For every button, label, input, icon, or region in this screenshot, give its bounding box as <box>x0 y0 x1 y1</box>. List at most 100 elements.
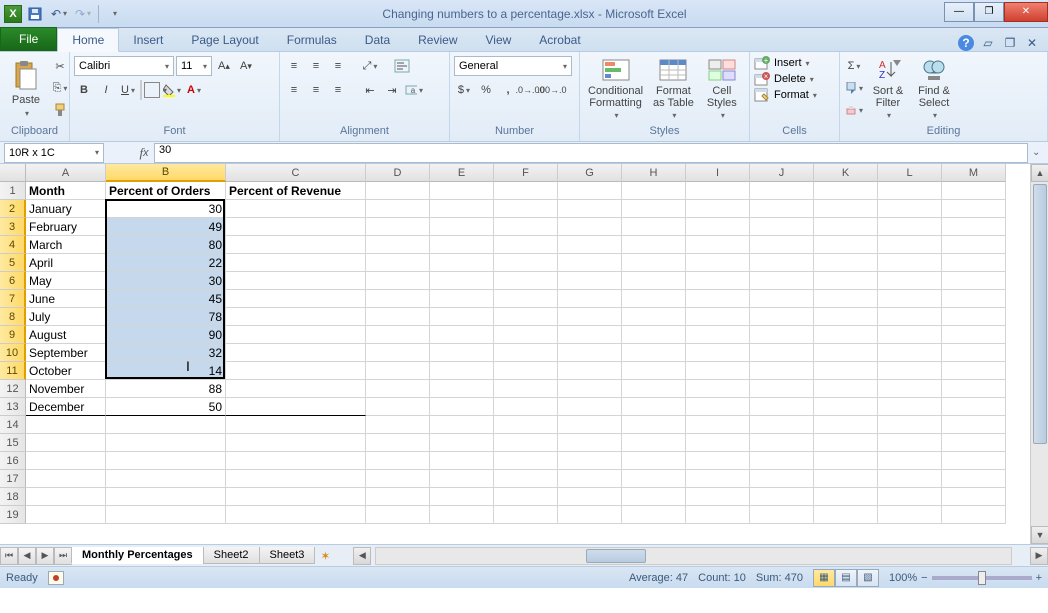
new-sheet-button[interactable]: ✶ <box>317 549 333 563</box>
cell[interactable] <box>558 380 622 398</box>
cell[interactable] <box>366 488 430 506</box>
cell[interactable] <box>686 398 750 416</box>
cell[interactable] <box>430 452 494 470</box>
cell[interactable] <box>106 488 226 506</box>
tab-acrobat[interactable]: Acrobat <box>525 29 594 51</box>
cell[interactable] <box>622 308 686 326</box>
cell[interactable]: Percent of Revenue <box>226 182 366 200</box>
row-header[interactable]: 18 <box>0 488 26 506</box>
cell[interactable] <box>226 506 366 524</box>
cell[interactable]: Percent of Orders <box>106 182 226 200</box>
cell[interactable]: 80 <box>106 236 226 254</box>
cell[interactable] <box>366 218 430 236</box>
cell[interactable] <box>622 416 686 434</box>
cell[interactable] <box>814 218 878 236</box>
cell[interactable] <box>226 470 366 488</box>
cell[interactable] <box>558 398 622 416</box>
cell[interactable] <box>494 218 558 236</box>
cell[interactable] <box>430 182 494 200</box>
delete-cells-button[interactable]: ×Delete▾ <box>754 72 817 86</box>
ribbon-minimize-icon[interactable]: ▱ <box>980 35 996 51</box>
cell[interactable] <box>814 326 878 344</box>
cell[interactable] <box>878 254 942 272</box>
align-bottom-button[interactable]: ≡ <box>328 56 348 76</box>
number-format-combo[interactable]: General▾ <box>454 56 572 76</box>
cell[interactable] <box>26 470 106 488</box>
italic-button[interactable]: I <box>96 80 116 100</box>
copy-button[interactable]: ⎘▾ <box>50 78 70 98</box>
cell[interactable] <box>750 290 814 308</box>
cell[interactable] <box>750 344 814 362</box>
cell[interactable] <box>686 290 750 308</box>
cell[interactable]: April <box>26 254 106 272</box>
cell[interactable] <box>558 452 622 470</box>
cell[interactable] <box>878 218 942 236</box>
zoom-slider[interactable] <box>932 576 1032 580</box>
cell[interactable] <box>878 326 942 344</box>
cell[interactable] <box>622 452 686 470</box>
cell[interactable] <box>558 506 622 524</box>
horizontal-scrollbar[interactable] <box>375 547 1012 565</box>
maximize-button[interactable]: ❐ <box>974 2 1004 22</box>
cell[interactable] <box>814 200 878 218</box>
cell[interactable] <box>558 344 622 362</box>
cell[interactable] <box>686 182 750 200</box>
merge-center-button[interactable]: a▾ <box>404 80 424 100</box>
cell[interactable] <box>814 452 878 470</box>
cell[interactable] <box>430 254 494 272</box>
cell[interactable]: 90 <box>106 326 226 344</box>
cell[interactable] <box>558 416 622 434</box>
cell[interactable] <box>106 470 226 488</box>
cell[interactable] <box>878 308 942 326</box>
hscroll-thumb[interactable] <box>586 549 646 563</box>
tab-home[interactable]: Home <box>57 28 119 52</box>
qat-customize[interactable]: ▾ <box>103 3 125 25</box>
cell[interactable] <box>430 416 494 434</box>
cell[interactable] <box>814 254 878 272</box>
cell[interactable] <box>686 416 750 434</box>
normal-view-button[interactable]: ▦ <box>813 569 835 587</box>
cell[interactable] <box>878 470 942 488</box>
cell[interactable] <box>494 200 558 218</box>
cell[interactable] <box>750 470 814 488</box>
cell[interactable] <box>430 272 494 290</box>
page-break-view-button[interactable]: ▧ <box>857 569 879 587</box>
row-header[interactable]: 11 <box>0 362 26 380</box>
cell[interactable] <box>942 200 1006 218</box>
column-header[interactable]: I <box>686 164 750 182</box>
cell[interactable] <box>942 344 1006 362</box>
cell[interactable] <box>878 416 942 434</box>
decrease-indent-button[interactable]: ⇤ <box>360 80 380 100</box>
cell[interactable]: 32 <box>106 344 226 362</box>
cell[interactable] <box>366 290 430 308</box>
cell[interactable] <box>366 506 430 524</box>
row-header[interactable]: 1 <box>0 182 26 200</box>
cell[interactable] <box>366 344 430 362</box>
column-header[interactable]: H <box>622 164 686 182</box>
scroll-up-button[interactable]: ▲ <box>1031 164 1048 182</box>
cell[interactable] <box>494 470 558 488</box>
cell[interactable] <box>750 254 814 272</box>
cell[interactable] <box>26 416 106 434</box>
cell[interactable] <box>430 308 494 326</box>
row-header[interactable]: 16 <box>0 452 26 470</box>
row-header[interactable]: 7 <box>0 290 26 308</box>
cell[interactable] <box>878 452 942 470</box>
cell[interactable] <box>494 398 558 416</box>
cell[interactable] <box>942 470 1006 488</box>
formula-expand-icon[interactable]: ⌄ <box>1032 147 1048 158</box>
cell[interactable] <box>942 254 1006 272</box>
align-middle-button[interactable]: ≡ <box>306 56 326 76</box>
cell[interactable] <box>814 308 878 326</box>
zoom-in-button[interactable]: + <box>1036 572 1042 584</box>
cell[interactable] <box>26 488 106 506</box>
cell[interactable] <box>558 272 622 290</box>
clear-button[interactable]: ▾ <box>844 100 864 120</box>
cell[interactable]: August <box>26 326 106 344</box>
cell[interactable]: May <box>26 272 106 290</box>
cell[interactable] <box>226 236 366 254</box>
column-header[interactable]: K <box>814 164 878 182</box>
paste-button[interactable]: Paste▾ <box>4 56 48 122</box>
cell[interactable] <box>686 326 750 344</box>
cell[interactable] <box>750 362 814 380</box>
